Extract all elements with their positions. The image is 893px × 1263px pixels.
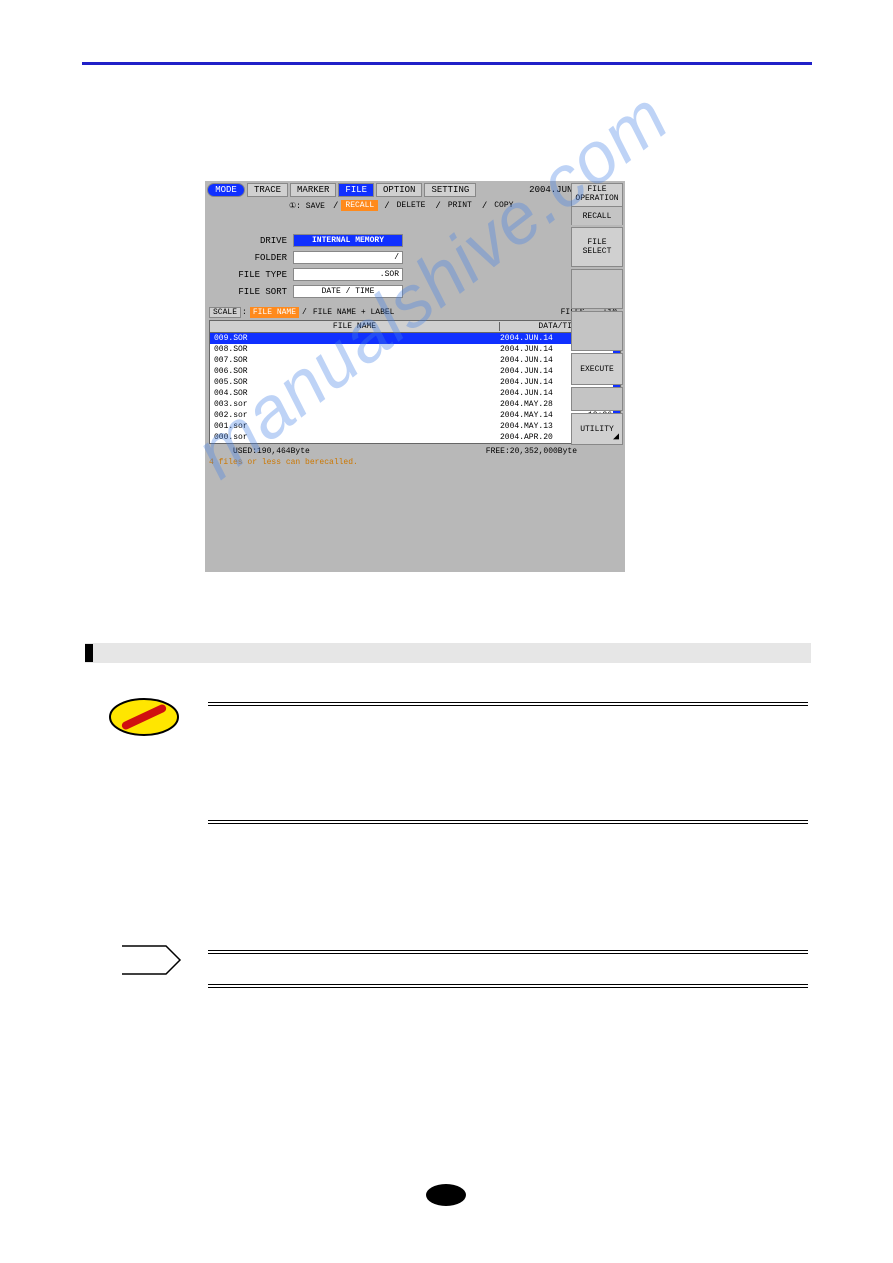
- page-number-oval: [426, 1184, 466, 1206]
- table-row[interactable]: 005.SOR2004.JUN.1411:47: [210, 377, 620, 388]
- side-empty-1: [571, 269, 623, 309]
- note-rule-bottom: [208, 984, 808, 988]
- table-row[interactable]: 003.sor2004.MAY.2819:05: [210, 399, 620, 410]
- device-screenshot: MODE TRACE MARKER FILE OPTION SETTING 20…: [205, 181, 625, 572]
- drive-label: DRIVE: [213, 236, 293, 246]
- menu-marker-button[interactable]: MARKER: [290, 183, 336, 197]
- side-empty-3: [571, 387, 623, 411]
- cell-filename: 008.SOR: [214, 345, 500, 354]
- menu-trace-button[interactable]: TRACE: [247, 183, 288, 197]
- drive-field[interactable]: INTERNAL MEMORY: [293, 234, 403, 247]
- tab-recall[interactable]: RECALL: [341, 200, 378, 211]
- folder-field[interactable]: /: [293, 251, 403, 264]
- menu-option-button[interactable]: OPTION: [376, 183, 422, 197]
- scale-filename-tab[interactable]: FILE NAME: [250, 307, 299, 318]
- table-row[interactable]: 001.sor2004.MAY.1313:11: [210, 421, 620, 432]
- tab-print[interactable]: PRINT: [444, 200, 476, 211]
- menu-setting-button[interactable]: SETTING: [424, 183, 476, 197]
- side-file-select-button[interactable]: FILESELECT: [571, 227, 623, 267]
- slash-sep: /: [333, 201, 338, 211]
- scale-label: SCALE: [209, 307, 241, 318]
- caution-rule-top: [208, 702, 808, 706]
- caution-icon: [108, 697, 180, 737]
- folder-label: FOLDER: [213, 253, 293, 263]
- table-row[interactable]: 004.SOR2004.JUN.1411:46: [210, 388, 620, 399]
- file-table: FILE NAME DATA/TIME 009.SOR2004.JUN.1411…: [209, 320, 621, 444]
- status-message: 4 files or less can berecalled.: [205, 456, 625, 469]
- side-recall-label: RECALL: [571, 207, 623, 225]
- tab-save-label: ①: SAVE: [285, 200, 327, 211]
- cell-filename: 007.SOR: [214, 356, 500, 365]
- table-row[interactable]: 002.sor2004.MAY.1410:26: [210, 410, 620, 421]
- side-title: FILEOPERATION: [571, 183, 623, 207]
- table-row[interactable]: 006.SOR2004.JUN.1411:49: [210, 366, 620, 377]
- filetype-field[interactable]: .SOR: [293, 268, 403, 281]
- header-rule: [82, 62, 812, 65]
- cell-filename: 002.sor: [214, 411, 500, 420]
- table-row[interactable]: 007.SOR2004.JUN.1411:50: [210, 355, 620, 366]
- slash-sep: /: [384, 201, 389, 211]
- cell-filename: 006.SOR: [214, 367, 500, 376]
- slash-sep: /: [482, 201, 487, 211]
- chevron-down-icon: ◢: [613, 433, 619, 442]
- scale-filename-label-tab[interactable]: FILE NAME + LABEL: [310, 307, 398, 318]
- table-row[interactable]: 008.SOR2004.JUN.1411:51: [210, 344, 620, 355]
- tab-delete[interactable]: DELETE: [393, 200, 430, 211]
- note-rule-top: [208, 950, 808, 954]
- cell-filename: 000.sor: [214, 433, 500, 442]
- note-icon: [120, 944, 182, 976]
- cell-filename: 005.SOR: [214, 378, 500, 387]
- filetype-label: FILE TYPE: [213, 270, 293, 280]
- cell-filename: 001.sor: [214, 422, 500, 431]
- table-row[interactable]: 000.sor2004.APR.2010:43: [210, 432, 620, 443]
- col-filename: FILE NAME: [210, 322, 500, 331]
- filesort-label: FILE SORT: [213, 287, 293, 297]
- caution-rule-bottom: [208, 820, 808, 824]
- filesort-field[interactable]: DATE / TIME: [293, 285, 403, 298]
- cell-filename: 003.sor: [214, 400, 500, 409]
- tab-copy[interactable]: COPY: [490, 200, 517, 211]
- side-empty-2: [571, 311, 623, 351]
- slash-sep: /: [302, 308, 307, 317]
- cell-filename: 009.SOR: [214, 334, 500, 343]
- section-heading-bar: [85, 643, 811, 663]
- menu-mode-button[interactable]: MODE: [207, 183, 245, 197]
- side-execute-button[interactable]: EXECUTE: [571, 353, 623, 385]
- cell-filename: 004.SOR: [214, 389, 500, 398]
- side-utility-button[interactable]: UTILITY ◢: [571, 413, 623, 445]
- table-row[interactable]: 009.SOR2004.JUN.1411:53: [210, 333, 620, 344]
- free-bytes: FREE:20,352,000Byte: [486, 447, 577, 456]
- slash-sep: /: [435, 201, 440, 211]
- used-bytes: USED:190,464Byte: [233, 447, 310, 456]
- menu-file-button[interactable]: FILE: [338, 183, 374, 197]
